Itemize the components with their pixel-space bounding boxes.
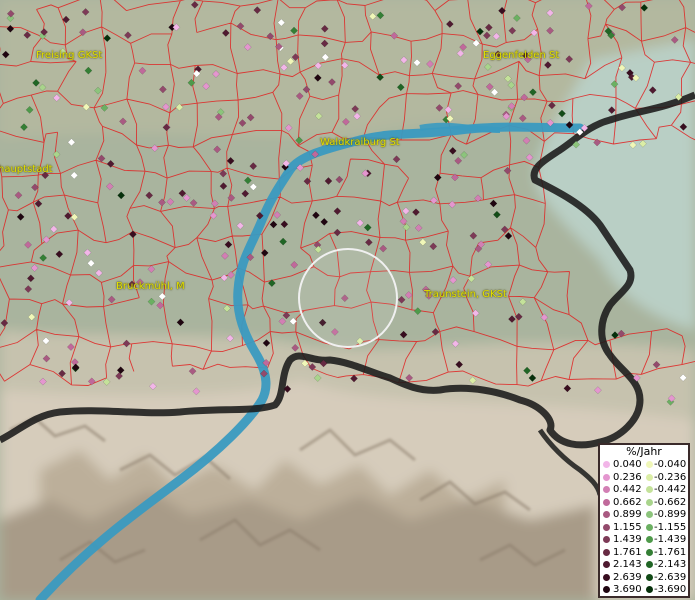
legend-swatch-negative [646, 548, 653, 556]
legend: %/Jahr 0.040 -0.040 0.236 -0.236 0.442 -0.442… [598, 443, 690, 598]
legend-row: 2.639 -2.639 [600, 572, 688, 584]
legend-value-positive: 0.899 [613, 509, 642, 520]
legend-value-positive: 2.639 [613, 571, 642, 583]
legend-swatch-negative [646, 523, 653, 531]
legend-value-positive: 0.442 [613, 484, 642, 495]
legend-row: 0.442 -0.442 [600, 484, 688, 496]
legend-swatch-positive [603, 511, 610, 518]
legend-swatch-positive [603, 548, 610, 556]
legend-swatch-positive [603, 536, 610, 543]
legend-value-negative: -2.143 [654, 559, 687, 570]
legend-row: 1.155 -1.155 [600, 522, 688, 534]
legend-swatch-positive [603, 473, 610, 481]
legend-swatch-negative [646, 511, 653, 518]
map-view[interactable]: Freising GKSt Eggenfelden St Waldkraibur… [0, 0, 695, 600]
legend-row: 0.236 -0.236 [600, 472, 688, 484]
place-label-waldkraiburg: Waldkraiburg St [320, 137, 400, 148]
legend-value-negative: -0.662 [654, 496, 687, 508]
legend-swatch-negative [646, 486, 653, 493]
legend-swatch-positive [603, 573, 610, 581]
legend-swatch-positive [603, 561, 610, 568]
legend-value-positive: 1.761 [613, 546, 642, 558]
legend-value-negative: -2.639 [654, 571, 687, 583]
legend-value-negative: -0.899 [654, 509, 687, 520]
legend-swatch-negative [646, 561, 653, 568]
legend-value-positive: 2.143 [613, 559, 642, 570]
place-label-freising: Freising GKSt [36, 50, 103, 61]
legend-swatch-negative [646, 473, 653, 481]
legend-swatch-positive [603, 523, 610, 531]
legend-value-positive: 1.155 [613, 521, 642, 533]
legend-row: 2.143 -2.143 [600, 559, 688, 571]
legend-row: 1.439 -1.439 [600, 534, 688, 546]
place-label-eggenfelden: Eggenfelden St [483, 50, 560, 61]
legend-swatch-negative [646, 461, 653, 468]
legend-value-positive: 0.662 [613, 496, 642, 508]
legend-value-negative: -0.040 [654, 459, 687, 470]
legend-value-positive: 1.439 [613, 534, 642, 545]
legend-value-negative: -0.236 [654, 471, 687, 483]
legend-value-negative: -3.690 [654, 584, 687, 595]
legend-row: 1.761 -1.761 [600, 547, 688, 559]
legend-value-negative: -1.155 [654, 521, 687, 533]
place-label-traunstein: Traunstein, GKSt [424, 289, 507, 300]
map-canvas[interactable] [0, 0, 695, 600]
legend-value-negative: -1.439 [654, 534, 687, 545]
legend-row: 0.040 -0.040 [600, 459, 688, 471]
legend-title: %/Jahr [626, 445, 662, 458]
legend-value-negative: -0.442 [654, 484, 687, 495]
legend-row: 0.899 -0.899 [600, 509, 688, 521]
legend-value-positive: 3.690 [613, 584, 642, 595]
selection-circle[interactable] [298, 248, 398, 348]
legend-row: 3.690 -3.690 [600, 584, 688, 596]
legend-swatch-negative [646, 586, 653, 593]
place-label-hauptstadt: hauptstadt [0, 164, 53, 175]
legend-value-positive: 0.040 [613, 459, 642, 470]
legend-swatch-positive [603, 486, 610, 493]
legend-swatch-negative [646, 498, 653, 506]
legend-swatch-negative [646, 573, 653, 581]
legend-swatch-positive [603, 586, 610, 593]
legend-value-positive: 0.236 [613, 471, 642, 483]
legend-row: 0.662 -0.662 [600, 497, 688, 509]
place-label-bruckmuehl: Bruckmühl, M [116, 281, 185, 292]
legend-swatch-positive [603, 461, 610, 468]
legend-swatch-positive [603, 498, 610, 506]
legend-value-negative: -1.761 [654, 546, 687, 558]
legend-swatch-negative [646, 536, 653, 543]
